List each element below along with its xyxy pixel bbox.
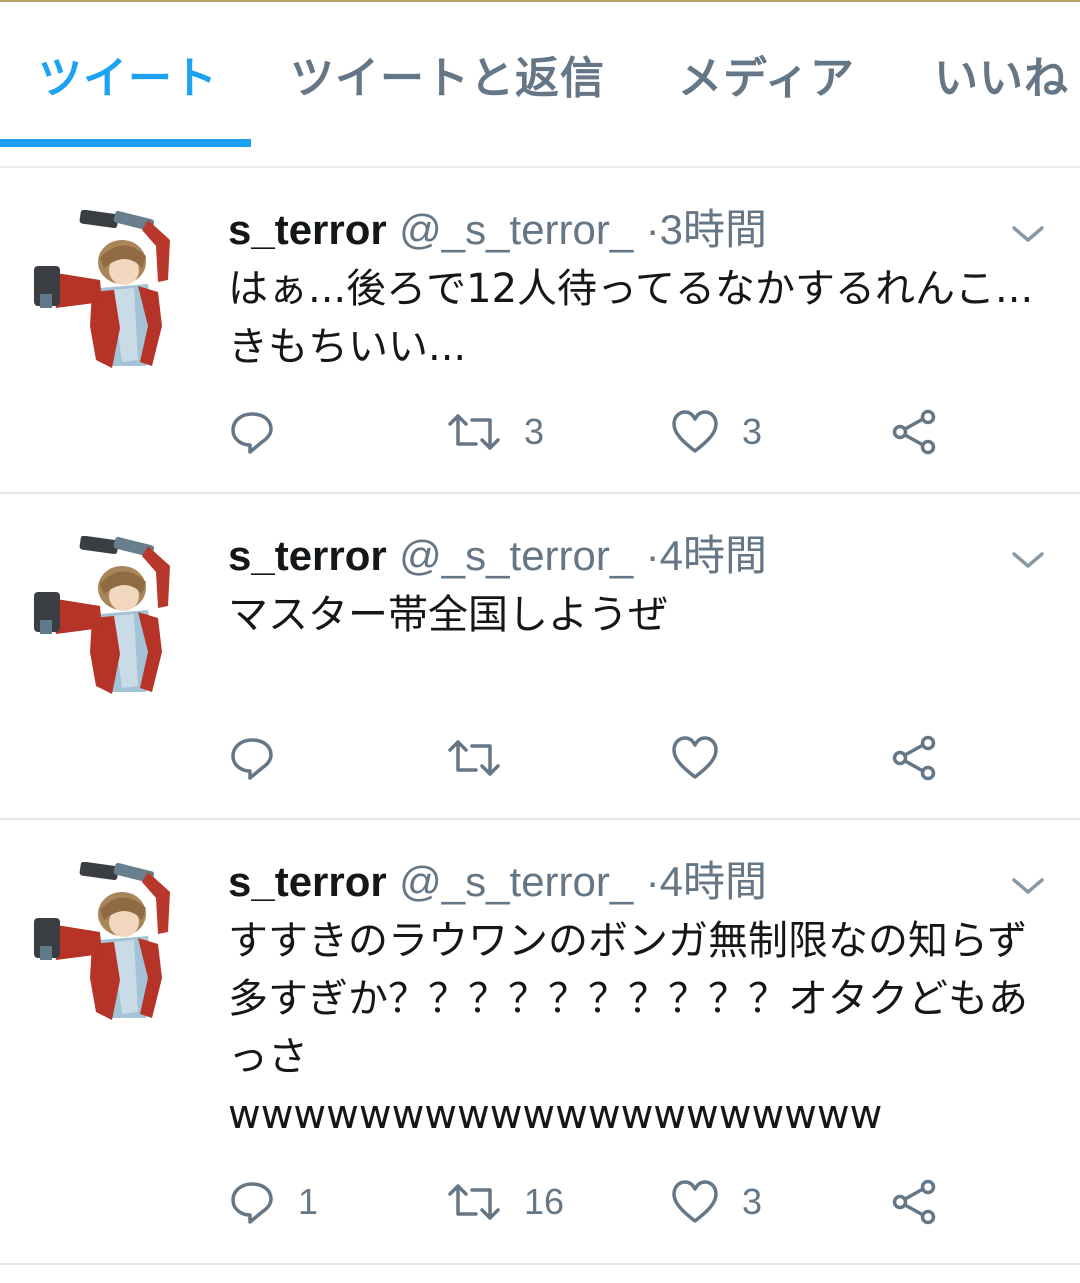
timestamp[interactable]: 4時間 xyxy=(660,532,767,579)
avatar[interactable] xyxy=(30,862,190,1022)
share-button[interactable] xyxy=(890,408,938,456)
share-button[interactable] xyxy=(890,734,938,782)
reply-button[interactable]: 1 xyxy=(228,1178,318,1226)
display-name[interactable]: s_terror xyxy=(228,858,387,905)
like-count: 3 xyxy=(742,1181,763,1222)
tweet-text: マスター帯全国しようぜ xyxy=(228,592,668,638)
reply-count: 1 xyxy=(298,1181,319,1222)
share-icon xyxy=(892,409,936,455)
tweet-header: s_terror @_s_terror_ ·4時間 xyxy=(228,858,767,908)
reply-button[interactable] xyxy=(228,734,298,782)
user-handle: @_s_terror_ xyxy=(399,532,634,579)
tweet-actions: 1 16 3 xyxy=(228,1178,988,1226)
tweet-actions: 3 3 xyxy=(228,408,988,456)
user-handle: @_s_terror_ xyxy=(399,206,634,253)
tweet-header: s_terror @_s_terror_ ·3時間 xyxy=(228,206,767,256)
retweet-icon xyxy=(448,740,500,776)
timestamp[interactable]: 3時間 xyxy=(660,206,767,253)
chevron-down-icon[interactable] xyxy=(1010,222,1046,246)
avatar[interactable] xyxy=(30,210,190,370)
separator-dot: · xyxy=(645,532,660,579)
tweet-item[interactable]: s_terror @_s_terror_ ·4時間 マスター帯全国しようぜ xyxy=(0,494,1080,820)
timestamp[interactable]: 4時間 xyxy=(660,858,767,905)
tab-tweets-and-replies[interactable]: ツイートと返信 xyxy=(290,42,605,106)
chevron-down-icon[interactable] xyxy=(1010,548,1046,572)
heart-icon xyxy=(672,410,718,453)
tweet-item[interactable]: s_terror @_s_terror_ ·4時間 すすきのラウワンのボンガ無制… xyxy=(0,820,1080,1265)
tweet-text: はぁ...後ろで12人待ってるなかするれんこ...きもちいい... xyxy=(228,266,1034,370)
retweet-icon xyxy=(448,1184,500,1220)
user-handle: @_s_terror_ xyxy=(399,858,634,905)
tab-media[interactable]: メディア xyxy=(678,42,855,106)
profile-tabs: ツイート ツイートと返信 メディア いいね xyxy=(0,2,1080,147)
like-button[interactable] xyxy=(670,734,742,782)
tab-tweets[interactable]: ツイート xyxy=(38,42,218,106)
reply-button[interactable] xyxy=(228,408,298,456)
retweet-icon xyxy=(448,414,500,450)
tweet-header: s_terror @_s_terror_ ·4時間 xyxy=(228,532,767,582)
tab-likes[interactable]: いいね xyxy=(934,42,1069,106)
retweet-count: 16 xyxy=(524,1181,565,1222)
reply-icon xyxy=(231,738,273,780)
display-name[interactable]: s_terror xyxy=(228,532,387,579)
share-button[interactable] xyxy=(890,1178,938,1226)
tweet-item[interactable]: s_terror @_s_terror_ ·3時間 はぁ...後ろで12人待って… xyxy=(0,168,1080,494)
retweet-button[interactable]: 16 xyxy=(446,1178,564,1226)
active-tab-indicator xyxy=(0,139,251,147)
retweet-button[interactable]: 3 xyxy=(446,408,544,456)
avatar[interactable] xyxy=(30,536,190,696)
like-count: 3 xyxy=(742,411,763,452)
heart-icon xyxy=(672,736,718,779)
chevron-down-icon[interactable] xyxy=(1010,874,1046,898)
separator-dot: · xyxy=(645,858,660,905)
retweet-button[interactable] xyxy=(446,734,524,782)
retweet-count: 3 xyxy=(524,411,545,452)
tweet-actions xyxy=(228,734,988,782)
display-name[interactable]: s_terror xyxy=(228,206,387,253)
like-button[interactable]: 3 xyxy=(670,1178,762,1226)
share-icon xyxy=(892,735,936,781)
tweet-text: すすきのラウワンのボンガ無制限なの知らず多すぎか？？？？？？？？？？オタクどもあ… xyxy=(228,918,1028,1138)
separator-dot: · xyxy=(645,206,660,253)
share-icon xyxy=(892,1179,936,1225)
like-button[interactable]: 3 xyxy=(670,408,762,456)
heart-icon xyxy=(672,1180,718,1223)
reply-icon xyxy=(231,1182,273,1224)
reply-icon xyxy=(231,412,273,454)
